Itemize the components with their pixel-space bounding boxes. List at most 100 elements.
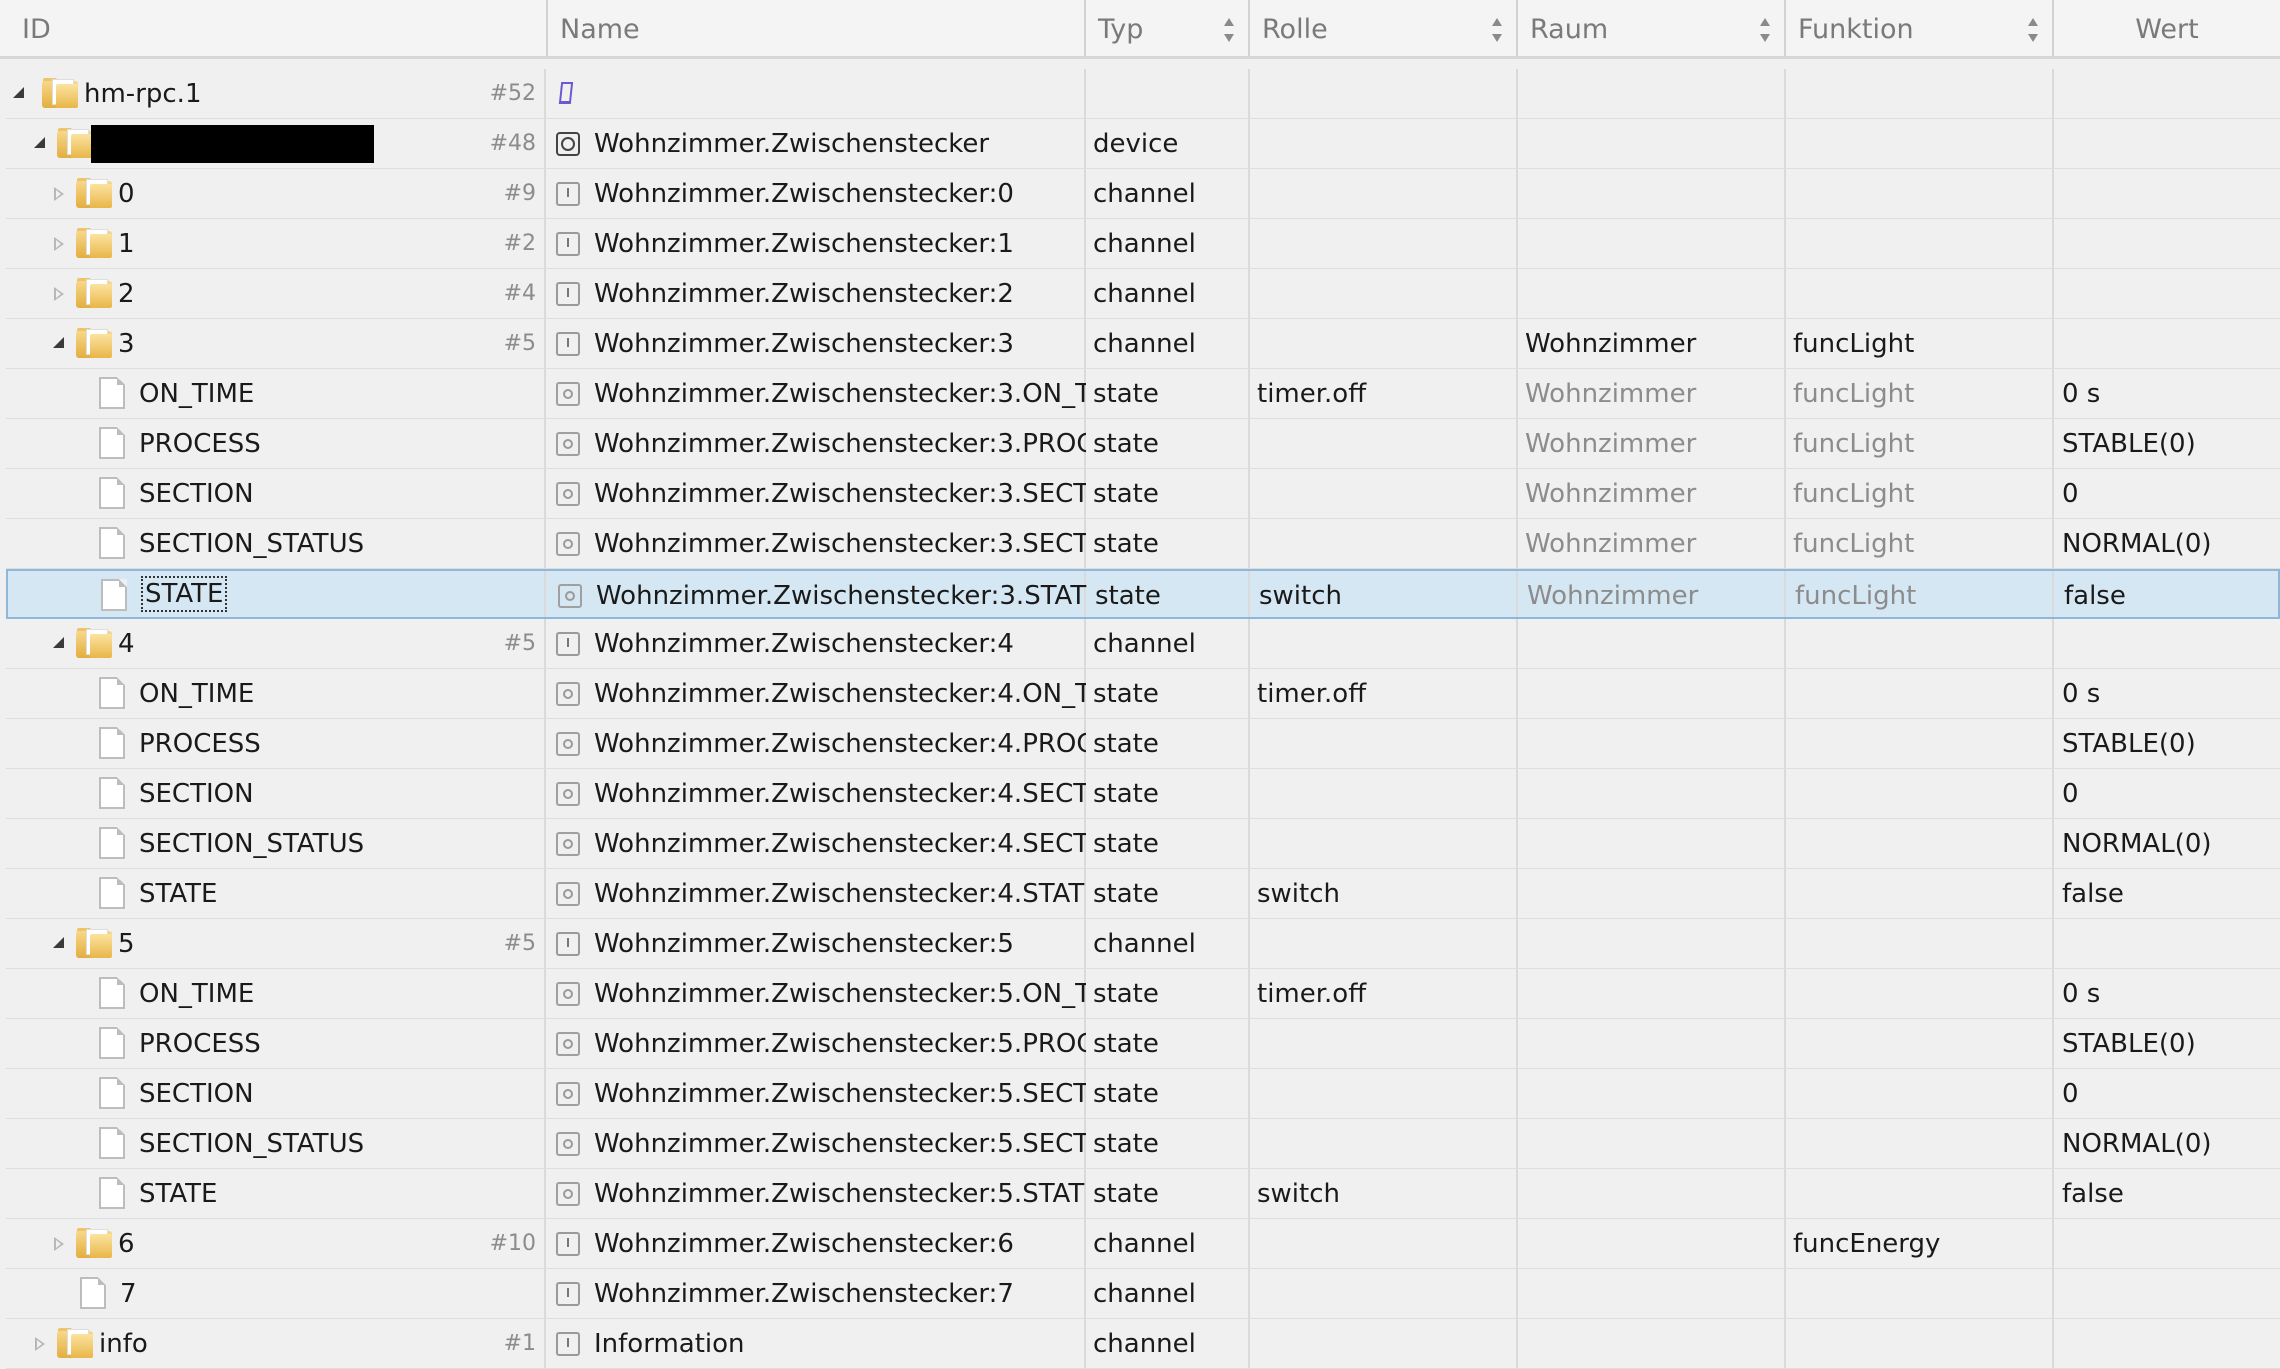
table-row[interactable]: ON_TIME Wohnzimmer.Zwischenstecker:3.ON_T… [6,369,2280,419]
collapsed-triangle-icon[interactable] [50,169,68,219]
wert-cell[interactable] [2062,219,2280,269]
column-header-wert[interactable]: Wert [2052,0,2280,56]
state-icon [556,1032,580,1056]
table-row[interactable]: ON_TIME Wohnzimmer.Zwischenstecker:4.ON_T… [6,669,2280,719]
collapsed-triangle-icon[interactable] [50,269,68,319]
sort-icon[interactable] [1224,18,1234,42]
table-row[interactable]: 5 #5 Wohnzimmer.Zwischenstecker:5 channel [6,919,2280,969]
table-row[interactable]: SECTION Wohnzimmer.Zwischenstecker:4.SECT… [6,769,2280,819]
state-icon [558,584,582,608]
expanded-triangle-icon[interactable] [50,919,68,969]
column-divider [1784,419,1786,468]
table-row[interactable]: 2 #4 Wohnzimmer.Zwischenstecker:2 channel [6,269,2280,319]
column-divider [1516,1319,1518,1368]
expanded-triangle-icon[interactable] [31,119,49,169]
wert-cell[interactable]: 0 [2062,469,2280,519]
wert-cell[interactable] [2062,919,2280,969]
wert-cell[interactable] [2062,169,2280,219]
table-row[interactable]: 4 #5 Wohnzimmer.Zwischenstecker:4 channel [6,619,2280,669]
column-divider [1516,219,1518,268]
table-row[interactable]: SECTION Wohnzimmer.Zwischenstecker:5.SECT… [6,1069,2280,1119]
funktion-cell: funcLight [1793,479,1915,509]
name-text: Wohnzimmer.Zwischenstecker:5.ON_TI… [594,979,1086,1009]
table-row[interactable]: #48 Wohnzimmer.Zwischenstecker device [6,119,2280,169]
column-divider [2052,419,2054,468]
table-row[interactable]: SECTION_STATUS Wohnzimmer.Zwischenstecker… [6,1119,2280,1169]
expanded-triangle-icon[interactable] [50,619,68,669]
wert-cell[interactable]: false [2062,1169,2280,1219]
wert-cell[interactable]: NORMAL(0) [2062,1119,2280,1169]
funktion-cell: funcLight [1793,429,1915,459]
sort-icon[interactable] [1492,18,1502,42]
table-row[interactable]: PROCESS Wohnzimmer.Zwischenstecker:3.PROC… [6,419,2280,469]
raum-cell [1525,269,1755,319]
column-divider [544,719,546,768]
name-cell: Wohnzimmer.Zwischenstecker:3.PROCE… [556,419,1086,469]
column-divider [2052,1169,2054,1218]
table-row[interactable]: STATE Wohnzimmer.Zwischenstecker:5.STATE s… [6,1169,2280,1219]
wert-cell[interactable]: false [2062,869,2280,919]
table-row[interactable]: 0 #9 Wohnzimmer.Zwischenstecker:0 channel [6,169,2280,219]
table-row[interactable]: PROCESS Wohnzimmer.Zwischenstecker:4.PROC… [6,719,2280,769]
wert-cell[interactable] [2062,269,2280,319]
wert-cell[interactable]: 0 s [2062,369,2280,419]
table-row[interactable]: info #1 Information channel [6,1319,2280,1369]
name-cell: Wohnzimmer.Zwischenstecker:3.STATE [558,571,1088,621]
table-row[interactable]: PROCESS Wohnzimmer.Zwischenstecker:5.PROC… [6,1019,2280,1069]
wert-cell[interactable]: STABLE(0) [2062,719,2280,769]
wert-cell[interactable] [2062,1269,2280,1319]
wert-cell[interactable] [2062,319,2280,369]
table-row[interactable]: SECTION_STATUS Wohnzimmer.Zwischenstecker… [6,519,2280,569]
column-divider [1516,869,1518,918]
row-object-count: #52 [489,81,536,106]
wert-cell[interactable]: 0 s [2062,969,2280,1019]
table-row[interactable]: STATE Wohnzimmer.Zwischenstecker:3.STATE s… [6,569,2280,619]
wert-cell[interactable] [2062,1319,2280,1369]
column-header-funktion[interactable]: Funktion [1784,0,2052,56]
wert-cell[interactable]: STABLE(0) [2062,1019,2280,1069]
collapsed-triangle-icon[interactable] [50,1219,68,1269]
wert-cell[interactable]: 0 s [2062,669,2280,719]
column-divider [544,1269,546,1318]
table-row[interactable]: SECTION_STATUS Wohnzimmer.Zwischenstecker… [6,819,2280,869]
column-header-raum[interactable]: Raum [1516,0,1784,56]
wert-cell[interactable] [2062,119,2280,169]
expanded-triangle-icon[interactable] [50,319,68,369]
wert-cell[interactable] [2062,1219,2280,1269]
collapsed-triangle-icon[interactable] [50,219,68,269]
rolle-cell [1257,419,1437,469]
row-id-label: STATE [139,879,218,909]
table-row[interactable]: SECTION Wohnzimmer.Zwischenstecker:3.SECT… [6,469,2280,519]
column-header-typ[interactable]: Typ [1084,0,1248,56]
raum-cell [1525,969,1755,1019]
wert-cell[interactable]: STABLE(0) [2062,419,2280,469]
table-row[interactable]: hm-rpc.1 #52 [6,69,2280,119]
funktion-cell [1793,219,2023,269]
wert-cell[interactable]: NORMAL(0) [2062,819,2280,869]
column-header-name[interactable]: Name [546,0,1084,56]
wert-cell[interactable] [2062,69,2280,119]
expanded-triangle-icon[interactable] [10,69,28,119]
rolle-cell: switch [1259,581,1343,611]
raum-cell [1525,1119,1755,1169]
table-row[interactable]: 1 #2 Wohnzimmer.Zwischenstecker:1 channel [6,219,2280,269]
column-divider [2052,269,2054,318]
wert-cell[interactable]: 0 [2062,769,2280,819]
collapsed-triangle-icon[interactable] [31,1319,49,1369]
sort-icon[interactable] [2028,18,2038,42]
wert-cell[interactable] [2062,619,2280,669]
table-row[interactable]: 6 #10 Wohnzimmer.Zwischenstecker:6 channel f… [6,1219,2280,1269]
column-header-id[interactable]: ID [0,0,546,56]
table-row[interactable]: 3 #5 Wohnzimmer.Zwischenstecker:3 channel Wo… [6,319,2280,369]
state-icon [556,382,580,406]
sort-icon[interactable] [1760,18,1770,42]
typ-cell: channel [1093,929,1196,959]
table-row[interactable]: ON_TIME Wohnzimmer.Zwischenstecker:5.ON_T… [6,969,2280,1019]
table-row[interactable]: STATE Wohnzimmer.Zwischenstecker:4.STATE s… [6,869,2280,919]
wert-cell[interactable]: NORMAL(0) [2062,519,2280,569]
wert-cell[interactable]: 0 [2062,1069,2280,1119]
column-header-rolle[interactable]: Rolle [1248,0,1516,56]
column-divider [1516,169,1518,218]
wert-cell[interactable]: false [2064,571,2280,621]
table-row[interactable]: 7 Wohnzimmer.Zwischenstecker:7 channel [6,1269,2280,1319]
